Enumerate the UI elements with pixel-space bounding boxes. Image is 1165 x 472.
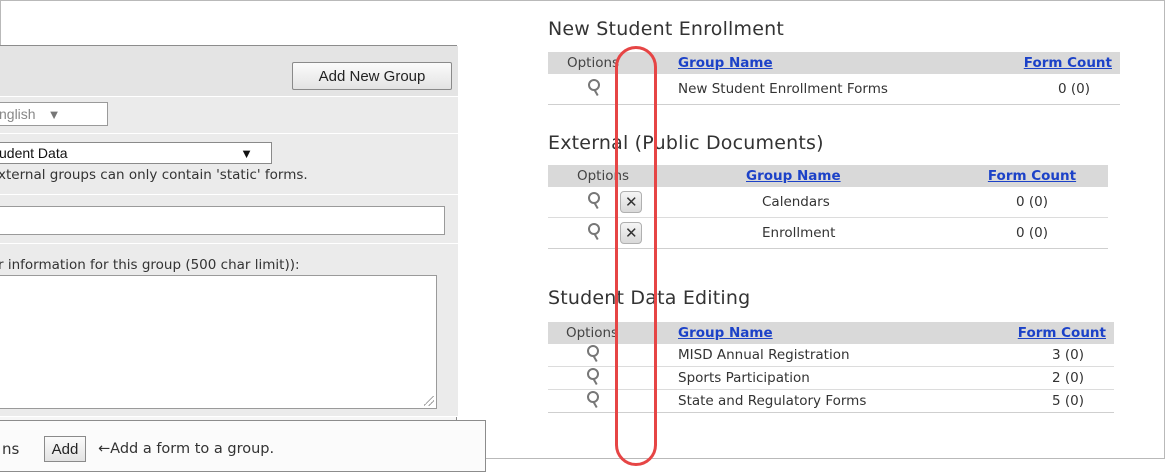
magnifier-icon[interactable] [586,191,600,209]
form-count-cell: 0 (0) [956,217,1108,249]
magnifier-icon[interactable] [586,222,600,240]
group-info-label: r information for this group (500 char l… [0,257,300,273]
form-count-cell: 0 (0) [956,187,1108,218]
group-name-sort-link[interactable]: Group Name [678,325,773,341]
group-type-value: udent Data [0,145,68,161]
form-count-sort-link[interactable]: Form Count [1024,55,1112,71]
group-name-cell: Calendars [658,187,956,218]
magnifier-icon[interactable] [585,344,599,362]
form-count-cell: 5 (0) [1008,389,1114,413]
add-form-hint: ←Add a form to a group. [98,441,275,457]
magnifier-icon[interactable] [585,367,599,385]
group-name-cell: State and Regulatory Forms [636,389,1008,413]
resize-grip-icon[interactable] [424,396,434,406]
group-name-sort-link[interactable]: Group Name [678,55,773,71]
group-type-note: xternal groups can only contain 'static'… [0,167,308,183]
form-count-sort-link[interactable]: Form Count [988,168,1076,184]
magnifier-icon[interactable] [586,78,600,96]
section-title: New Student Enrollment [548,18,785,40]
group-name-cell: New Student Enrollment Forms [638,74,978,105]
language-select[interactable]: nglish ▼ [0,102,108,126]
group-name-input[interactable] [0,206,445,235]
group-info-textarea[interactable] [0,275,437,409]
add-new-group-button[interactable]: Add New Group [292,62,452,90]
group-name-cell: MISD Annual Registration [636,344,1008,367]
form-count-cell: 2 (0) [1008,366,1114,390]
chevron-down-icon: ▼ [240,145,253,161]
group-name-cell: Enrollment [658,217,956,249]
section-title: External (Public Documents) [548,132,824,154]
form-count-cell: 3 (0) [1008,344,1114,367]
form-count-cell: 0 (0) [978,74,1120,105]
group-type-select[interactable]: udent Data ▼ [0,142,272,164]
forms-label: ns [2,440,20,458]
group-name-sort-link[interactable]: Group Name [746,168,841,184]
language-select-value: nglish [0,106,36,122]
magnifier-icon[interactable] [585,390,599,408]
group-name-cell: Sports Participation [636,366,1008,390]
form-count-sort-link[interactable]: Form Count [1018,325,1106,341]
chevron-down-icon: ▼ [47,106,61,122]
add-form-button[interactable]: Add [44,436,86,462]
highlight-oval-annotation [615,46,657,466]
